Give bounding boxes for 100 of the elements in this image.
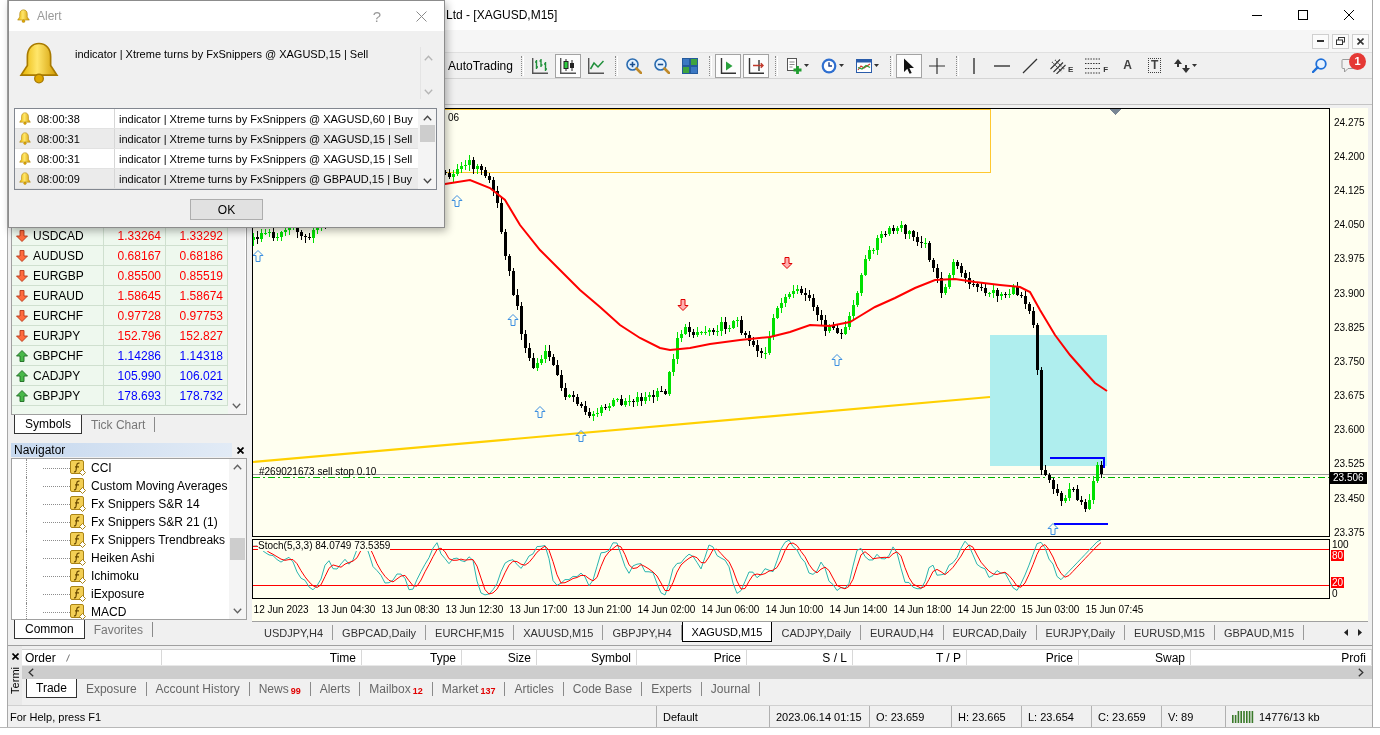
tree-item[interactable]: iExposure (91, 587, 145, 601)
terminal-tab[interactable]: Exposure (76, 682, 147, 696)
symbol-name[interactable]: EURAUD (33, 288, 84, 303)
tree-item[interactable]: MACD (91, 605, 127, 619)
time-label: 13 Jun 12:30 (445, 604, 504, 616)
terminal-tab[interactable]: Mailbox 12 (360, 682, 433, 696)
price-label: 24.200 (1334, 150, 1365, 163)
search-icon (1311, 58, 1327, 73)
tree-item[interactable]: Fx Snippers S&R 21 (1) (91, 515, 218, 529)
price-label: 23.675 (1334, 390, 1365, 403)
symbol-name[interactable]: GBPJPY (33, 388, 81, 403)
channel-button[interactable]: E (1044, 53, 1079, 78)
symbol-name[interactable]: EURGBP (33, 268, 84, 283)
chart-tab[interactable]: EURJPY,Daily (1036, 625, 1126, 640)
chart-tab[interactable]: GBPJPY,H4 (603, 625, 682, 640)
crosshair-icon (928, 57, 945, 74)
chevron-up-icon (424, 55, 433, 61)
bell-icon (19, 132, 31, 145)
minimize-icon (1252, 14, 1262, 16)
tree-item[interactable]: Ichimoku (91, 569, 140, 583)
zoom-out-icon (653, 57, 670, 74)
symbol-name[interactable]: GBPCHF (33, 348, 83, 363)
bid-price: 178.693 (104, 386, 166, 406)
scroll-thumb[interactable] (230, 538, 245, 560)
ok-button[interactable]: OK (190, 199, 263, 220)
panel-tab[interactable]: Symbols (14, 415, 82, 434)
chart-tab[interactable]: EURCAD,Daily (943, 625, 1037, 640)
alert-time: 08:00:31 (37, 152, 80, 165)
tree-item[interactable]: Custom Moving Averages (91, 479, 228, 493)
symbol-name[interactable]: CADJPY (33, 368, 81, 383)
price-label: 23.375 (1334, 526, 1365, 539)
scrollbar[interactable] (229, 459, 246, 619)
maximize-icon (1298, 10, 1308, 20)
terminal-tab[interactable]: Articles (505, 682, 564, 696)
scrollbar[interactable] (228, 226, 245, 414)
column-header[interactable]: Order (25, 650, 56, 665)
text-button[interactable]: A (1115, 53, 1141, 78)
terminal-tab[interactable]: Journal (701, 682, 761, 696)
chart-tab[interactable]: EURCHF,M15 (426, 625, 515, 640)
chart-tab[interactable]: XAUUSD,M15 (514, 625, 604, 640)
panel-tab[interactable]: Common (14, 620, 85, 639)
chart-tab[interactable]: GBPAUD,M15 (1214, 625, 1305, 640)
chart-tab[interactable]: USDJPY,H4 (255, 625, 334, 640)
alert-row[interactable]: 08:00:31 indicator | Xtreme turns by FxSnippers @ XAGUSD,15 | Sell (15, 149, 418, 169)
scrollbar[interactable] (418, 109, 436, 189)
tree-item[interactable]: Heiken Ashi (91, 551, 155, 565)
symbol-name[interactable]: USDCAD (33, 228, 84, 243)
chart-shift-button[interactable] (742, 53, 769, 78)
terminal-tab[interactable]: Experts (642, 682, 702, 696)
symbol-name[interactable]: AUDUSD (33, 248, 84, 263)
auto-scroll-button[interactable] (714, 53, 741, 78)
scrollbar[interactable] (22, 665, 1372, 679)
candlestick-icon (559, 57, 576, 74)
dashed-lines-icon (1085, 57, 1102, 74)
price-label: 24.275 (1334, 116, 1365, 129)
fibonacci-button[interactable]: F (1080, 53, 1114, 78)
autotrading-button[interactable]: AutoTrading (444, 53, 517, 78)
caret-icon (1192, 64, 1198, 67)
order-label: #269021673 sell stop 0.10 (259, 466, 377, 477)
scale-label: 20 (1331, 577, 1345, 588)
chart-tab[interactable]: CADJPY,Daily (772, 625, 861, 640)
panel-tab[interactable]: Tick Chart (82, 417, 156, 432)
function-icon (70, 514, 86, 530)
cursor-button[interactable] (895, 53, 922, 78)
chevron-up-icon (233, 464, 242, 470)
scroll-thumb[interactable] (419, 125, 435, 142)
tree-item[interactable]: Fx Snippers Trendbreaks (91, 533, 226, 547)
symbol-name[interactable]: EURJPY (33, 328, 81, 343)
alert-row[interactable]: 08:00:38 indicator | Xtreme turns by FxSnippers @ XAGUSD,60 | Buy (15, 109, 418, 129)
panel-tab[interactable]: Favorites (84, 622, 154, 637)
shift-marker-icon[interactable] (1109, 109, 1121, 115)
chart-tab[interactable]: EURAUD,H4 (861, 625, 944, 640)
time-label: 14 Jun 22:00 (957, 604, 1016, 616)
tree-item[interactable]: CCI (91, 461, 112, 475)
terminal-tab[interactable]: Alerts (310, 682, 361, 696)
chart-tab[interactable]: EURUSD,M15 (1125, 625, 1215, 640)
chart-tab[interactable]: XAGUSD,M15 (681, 622, 773, 642)
restore-button[interactable] (1332, 33, 1349, 49)
terminal-tab[interactable]: Account History (146, 682, 250, 696)
time-label: 14 Jun 18:00 (893, 604, 952, 616)
up-arrow-icon (507, 314, 519, 326)
alert-text: indicator | Xtreme turns by FxSnippers @ XAGUSD,60 | Buy (118, 111, 414, 127)
alert-row[interactable]: 08:00:09 indicator | Xtreme turns by FxSnippers @ GBPAUD,15 | Buy (15, 169, 418, 189)
price-label: 24.125 (1334, 184, 1365, 197)
symbol-name[interactable]: EURCHF (33, 308, 83, 323)
candlestick-button[interactable] (554, 53, 581, 78)
terminal-tab[interactable]: Code Base (563, 682, 643, 696)
chevron-up-icon (422, 115, 432, 121)
minimize-button[interactable] (1312, 33, 1329, 49)
chevron-down-icon (422, 178, 432, 184)
close-button[interactable] (1352, 33, 1369, 49)
terminal-tab[interactable]: News 99 (249, 682, 311, 696)
tree-item[interactable]: Fx Snippers S&R 14 (91, 497, 200, 511)
terminal-tab[interactable]: Trade (26, 679, 77, 698)
terminal-tab[interactable]: Market 137 (432, 682, 506, 696)
scale-label: 0 (1331, 588, 1339, 599)
text-label-button[interactable]: T (1142, 53, 1168, 78)
alert-time: 08:00:38 (37, 112, 80, 125)
alert-row[interactable]: 08:00:31 indicator | Xtreme turns by FxSnippers @ XAGUSD,15 | Sell (15, 129, 418, 149)
chart-tab[interactable]: GBPCAD,Daily (333, 625, 427, 640)
